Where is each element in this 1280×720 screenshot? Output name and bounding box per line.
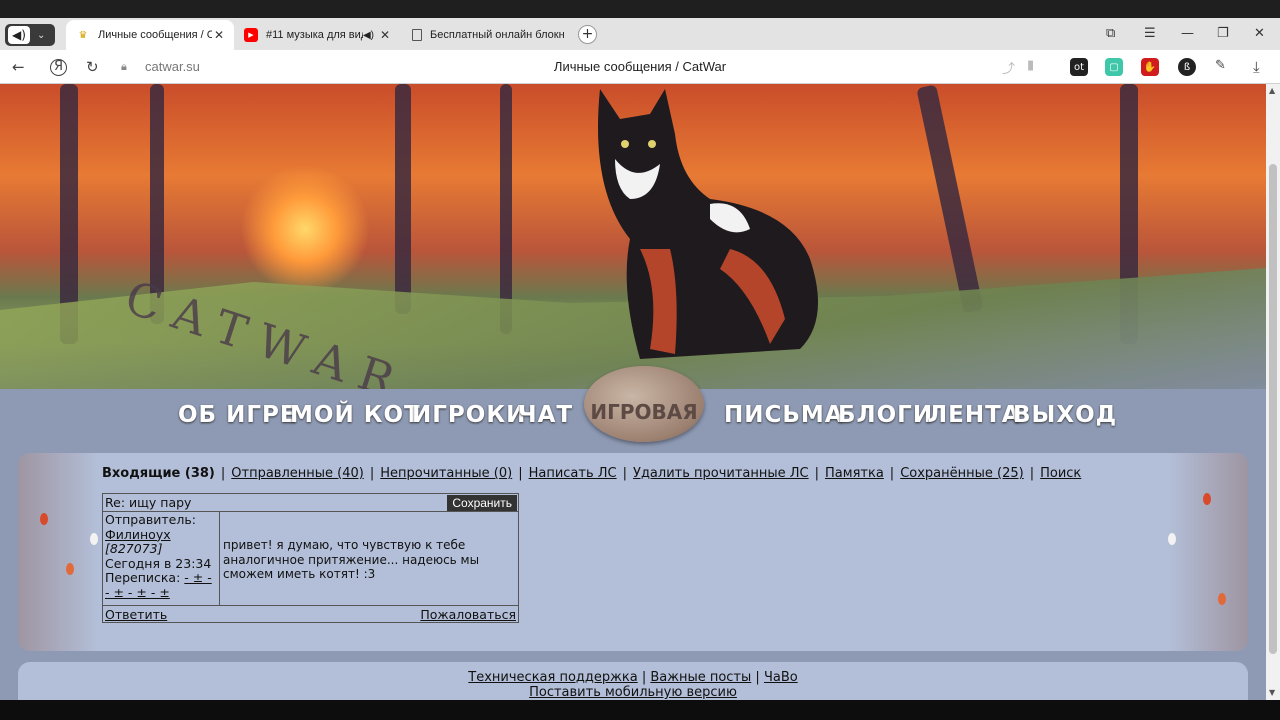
scroll-down-icon[interactable]: ▼ (1269, 688, 1275, 697)
delete-read-link[interactable]: Удалить прочитанные ЛС (633, 466, 809, 481)
tabs-overview-icon[interactable]: ⧉ (1106, 26, 1115, 41)
back-icon[interactable]: ← (12, 58, 25, 76)
share-icon[interactable]: ⤴ (1002, 58, 1015, 77)
subject-text: Re: ищу пару (105, 495, 192, 510)
tree-trunk (500, 84, 512, 334)
extension-icon[interactable]: ß (1178, 58, 1196, 76)
sun-glow (240, 164, 370, 294)
page-content: CATWAR ИГРОВАЯ ОБ ИГРЕ МОЙ КОТ ИГРОКИ ЧА… (0, 84, 1266, 700)
message-body: привет! я думаю, что чувствую к тебе ана… (223, 538, 480, 581)
bookmark-icon[interactable]: ▮ (1027, 58, 1034, 73)
save-button[interactable]: Сохранить (447, 495, 517, 511)
write-message-link[interactable]: Написать ЛС (529, 466, 617, 481)
close-window-icon[interactable]: ✕ (1254, 26, 1265, 41)
lock-icon: 🔒︎ (121, 60, 127, 73)
support-link[interactable]: Техническая поддержка (468, 670, 637, 685)
sender-link[interactable]: Филиноух (105, 527, 171, 542)
sender-label: Отправитель: (105, 512, 196, 527)
memo-link[interactable]: Памятка (825, 466, 884, 481)
nav-item-logout[interactable]: ВЫХОД (1013, 402, 1117, 428)
thread-label: Переписка: (105, 570, 181, 586)
browser-tab-bar: ◀) ⌄ ♛ Личные сообщения / С ✕ ▶ #11 музы… (0, 0, 1280, 50)
main-navigation: ОБ ИГРЕ МОЙ КОТ ИГРОКИ ЧАТ ПИСЬМА БЛОГИ … (0, 402, 1266, 442)
flower-decoration (66, 563, 74, 575)
extension-icon[interactable]: ▢ (1105, 58, 1123, 76)
reply-link[interactable]: Ответить (105, 607, 167, 622)
speaker-icon: ◀) (8, 26, 30, 44)
document-icon (412, 29, 422, 41)
tree-trunk (395, 84, 411, 314)
nav-item-about[interactable]: ОБ ИГРЕ (178, 402, 297, 428)
faq-link[interactable]: ЧаВо (764, 670, 798, 685)
nav-item-chat[interactable]: ЧАТ (518, 402, 573, 428)
url-field[interactable]: catwar.su (145, 59, 200, 74)
youtube-icon: ▶ (244, 28, 258, 42)
extension-icon[interactable]: ✋ (1141, 58, 1159, 76)
catwar-icon: ♛ (78, 29, 88, 41)
yandex-icon[interactable]: Я (50, 59, 67, 76)
bottom-bar (0, 700, 1280, 720)
decorative-border (18, 453, 98, 651)
tab-inbox[interactable]: Входящие (38) (102, 466, 215, 481)
tab-saved[interactable]: Сохранённые (25) (900, 466, 1024, 481)
message-actions: Ответить Пожаловаться (103, 605, 518, 623)
audio-control-button[interactable]: ◀) ⌄ (5, 24, 55, 46)
nav-item-blogs[interactable]: БЛОГИ (838, 402, 933, 428)
tab-youtube[interactable]: ▶ #11 музыка для виде ◀) ✕ (234, 20, 400, 50)
flower-decoration (90, 533, 98, 545)
message-card: Re: ищу пару Сохранить Отправитель: Фили… (102, 493, 519, 623)
tree-trunk (916, 84, 984, 314)
messages-panel: Входящие (38) | Отправленные (40) | Непрочит… (18, 453, 1248, 651)
decorative-border (1168, 453, 1248, 651)
speaker-icon[interactable]: ◀) (363, 30, 374, 41)
sender-id: [827073] (105, 541, 163, 557)
menu-icon[interactable]: ☰ (1144, 26, 1156, 41)
tab-title: Бесплатный онлайн блокн (430, 29, 565, 41)
nav-item-feed[interactable]: ЛЕНТА (928, 402, 1021, 428)
flower-decoration (1203, 493, 1211, 505)
nav-item-letters[interactable]: ПИСЬМА (724, 402, 844, 428)
message-subject: Re: ищу пару Сохранить (103, 494, 518, 512)
thread-nav-links[interactable]: - ± - (184, 570, 211, 586)
address-bar: ← Я ↻ 🔒︎ catwar.su Личные сообщения / Ca… (0, 50, 1280, 84)
mobile-version-link[interactable]: Поставить мобильную версию (529, 685, 737, 700)
nav-item-players[interactable]: ИГРОКИ (412, 402, 526, 428)
nav-item-my-cat[interactable]: МОЙ КОТ (290, 402, 421, 428)
site-banner: CATWAR (0, 84, 1266, 389)
reload-icon[interactable]: ↻ (86, 58, 99, 76)
sender-info: Отправитель: Филиноух [827073] Сегодня в… (103, 512, 220, 605)
close-icon[interactable]: ✕ (212, 28, 226, 42)
chevron-down-icon: ⌄ (37, 29, 46, 41)
flower-decoration (40, 513, 48, 525)
tab-title: Личные сообщения / С (98, 29, 212, 41)
scrollbar-thumb[interactable] (1269, 164, 1277, 654)
tab-unread[interactable]: Непрочитанные (0) (380, 466, 512, 481)
minimize-icon[interactable]: — (1181, 26, 1194, 41)
restore-icon[interactable]: ❐ (1217, 26, 1229, 41)
important-posts-link[interactable]: Важные посты (650, 670, 751, 685)
search-link[interactable]: Поиск (1040, 466, 1081, 481)
site-footer: Техническая поддержка | Важные посты | Ч… (18, 662, 1248, 700)
close-icon[interactable]: ✕ (378, 28, 392, 42)
tab-notepad[interactable]: Бесплатный онлайн блокн (402, 20, 570, 50)
extension-icon[interactable]: ot (1070, 58, 1088, 76)
page-scrollbar[interactable]: ▲ ▼ (1266, 84, 1280, 700)
extensions-icon[interactable]: ✎ (1215, 58, 1226, 73)
tab-sent[interactable]: Отправленные (40) (231, 466, 364, 481)
thread-nav-links[interactable]: - ± - ± - ± (105, 585, 170, 600)
download-icon[interactable]: ⤓ (1253, 58, 1260, 76)
cat-illustration (598, 89, 818, 359)
scroll-up-icon[interactable]: ▲ (1269, 86, 1275, 95)
report-link[interactable]: Пожаловаться (420, 607, 516, 622)
flower-decoration (1218, 593, 1226, 605)
message-time: Сегодня в 23:34 (105, 555, 212, 571)
tab-title: #11 музыка для виде (266, 29, 363, 41)
new-tab-button[interactable]: + (578, 25, 597, 44)
messages-tabs: Входящие (38) | Отправленные (40) | Непрочит… (102, 466, 1082, 481)
tab-messages[interactable]: ♛ Личные сообщения / С ✕ (66, 20, 234, 50)
flower-decoration (1168, 533, 1176, 545)
